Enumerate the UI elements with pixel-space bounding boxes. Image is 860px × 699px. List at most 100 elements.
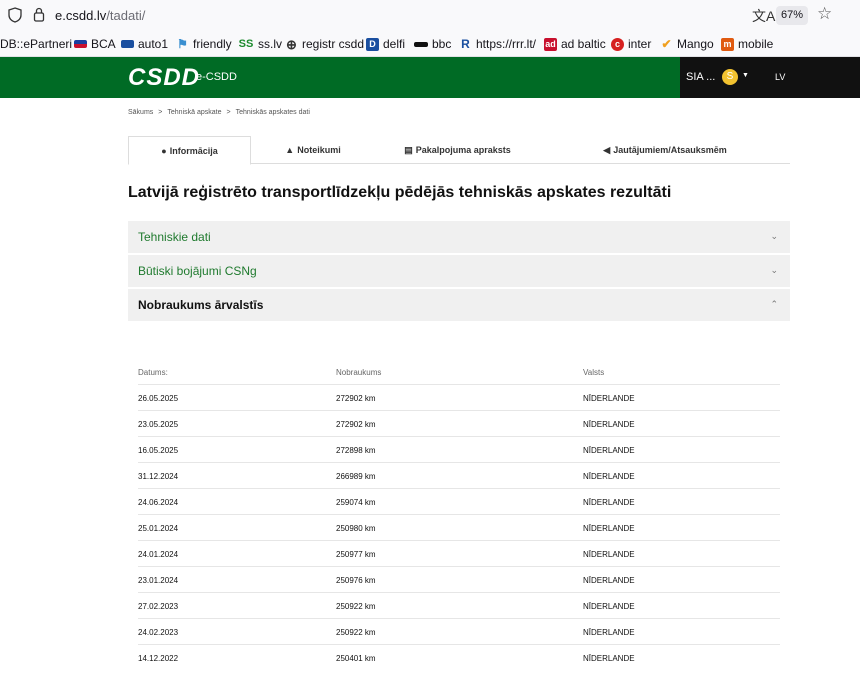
cell-date: 14.12.2022 [138,654,179,663]
bookmark-label: bbc [432,37,452,51]
bookmark-registr-csdd[interactable]: ⊕ registr csdd [285,37,364,51]
table-header: Datums: Nobraukums Valsts [138,358,780,385]
document-icon: ▤ [404,144,413,155]
bookmark-db-epartneri[interactable]: DB::ePartneri [0,37,72,51]
bookmark-mango[interactable]: ✔ Mango [660,36,714,51]
mobile-icon: m [721,37,734,51]
info-icon: ● [161,145,167,156]
cell-mileage: 272898 km [336,446,376,455]
site-header: CSDD e-CSDD SIA ... S ▼ LV [0,57,860,98]
tab-label: Informācija [169,145,218,156]
table-row: 24.01.2024 250977 km NĪDERLANDE [138,541,780,567]
tab-rules[interactable]: ▲ Noteikumi [251,136,375,164]
bookmarks-toolbar: DB::ePartneri BCA auto1 ⚑ friendly SS ss.l… [0,30,860,57]
shield-icon[interactable] [8,7,22,23]
cell-country: NĪDERLANDE [583,446,635,455]
cell-country: NĪDERLANDE [583,394,635,403]
breadcrumb: Sākums > Tehniskā apskate > Tehniskās apskat… [128,109,310,116]
cell-date: 16.05.2025 [138,446,179,455]
zoom-level[interactable]: 67% [776,6,808,25]
mango-icon: ✔ [661,36,672,51]
accordion-technical-data[interactable]: Tehniskie dati ⌄ [128,221,790,253]
rrr-icon: R [461,36,470,51]
bookmark-label: ad baltic [561,37,606,51]
bookmark-delfi[interactable]: Ddelfi [366,37,405,51]
bookmark-label: Mango [677,37,714,51]
accordion-damages[interactable]: Būtiski bojājumi CSNg ⌄ [128,255,790,287]
bookmark-label: delfi [383,37,406,51]
cell-country: NĪDERLANDE [583,628,635,637]
browser-url-bar: e.csdd.lv/tadati/ 文A 67% ☆ [0,0,860,30]
tab-bar: ● Informācija ▲ Noteikumi ▤ Pakalpojuma apr… [128,136,790,165]
tab-label: Noteikumi [297,145,341,155]
breadcrumb-home[interactable]: Sākums [128,109,153,116]
bookmark-inter[interactable]: c inter [611,37,651,51]
cell-mileage: 259074 km [336,498,376,507]
cell-mileage: 272902 km [336,394,376,403]
bookmark-friendly[interactable]: ⚑ friendly [176,37,232,51]
flag-icon [74,40,87,48]
table-row: 16.05.2025 272898 km NĪDERLANDE [138,437,780,463]
bookmark-bbc[interactable]: bbc [414,37,451,51]
flag-icon: ⚑ [177,36,188,51]
breadcrumb-tech-inspection[interactable]: Tehniskā apskate [167,109,221,116]
cell-country: NĪDERLANDE [583,524,635,533]
csdd-logo[interactable]: CSDD [128,64,200,92]
bookmark-label: https://rrr.lt/ [476,37,537,51]
bookmark-label: auto1 [138,37,169,51]
language-switch[interactable]: LV [775,72,785,82]
bookmark-auto1[interactable]: auto1 [121,37,168,51]
mileage-table: Datums: Nobraukums Valsts 26.05.2025 2729… [138,358,780,671]
bookmark-sslv[interactable]: SS ss.lv [238,37,282,51]
bookmark-mobile[interactable]: m mobile [721,37,773,51]
chevron-down-icon: ⌄ [770,265,778,275]
accordion-foreign-mileage[interactable]: Nobraukums ārvalstīs ⌃ [128,289,790,321]
tab-feedback[interactable]: ◀ Jautājumiem/Atsauksmēm [540,136,790,164]
table-row: 23.01.2024 250976 km NĪDERLANDE [138,567,780,593]
cell-date: 26.05.2025 [138,394,179,403]
cell-date: 31.12.2024 [138,472,179,481]
bookmark-label: mobile [738,37,774,51]
cell-country: NĪDERLANDE [583,498,635,507]
cell-country: NĪDERLANDE [583,472,635,481]
cell-mileage: 250976 km [336,576,376,585]
megaphone-icon: ◀ [603,144,611,155]
ad-icon: ad [544,37,557,51]
cell-date: 25.01.2024 [138,524,179,533]
tab-information[interactable]: ● Informācija [128,136,251,165]
bookmark-bca[interactable]: BCA [74,37,116,51]
cell-date: 23.01.2024 [138,576,179,585]
cell-date: 27.02.2023 [138,602,179,611]
app-name[interactable]: e-CSDD [196,71,237,83]
tab-label: Pakalpojuma apraksts [415,145,511,155]
bookmark-label: DB::ePartneri [0,37,73,51]
chevron-up-icon: ⌃ [770,299,778,309]
bookmark-star-icon[interactable]: ☆ [817,4,832,24]
breadcrumb-separator: > [226,109,231,116]
cell-date: 23.05.2025 [138,420,179,429]
url-domain: e.csdd.lv [55,8,107,23]
warning-icon: ▲ [285,145,295,155]
bookmark-label: ss.lv [258,37,282,51]
caret-down-icon[interactable]: ▼ [742,72,749,79]
cell-mileage: 250980 km [336,524,376,533]
ss-icon: SS [238,37,254,50]
url-field[interactable]: e.csdd.lv/tadati/ [55,8,145,23]
cell-mileage: 266989 km [336,472,376,481]
chevron-down-icon: ⌄ [770,231,778,241]
breadcrumb-separator: > [158,109,163,116]
table-row: 24.02.2023 250922 km NĪDERLANDE [138,619,780,645]
bookmark-rrr[interactable]: Rhttps://rrr.lt/ [459,37,536,51]
cell-mileage: 250977 km [336,550,376,559]
bookmark-ad-baltic[interactable]: ad ad baltic [544,37,606,51]
lock-icon[interactable] [33,7,45,22]
cell-country: NĪDERLANDE [583,420,635,429]
tab-service-description[interactable]: ▤ Pakalpojuma apraksts [375,136,540,164]
header-date: Datums: [138,368,168,377]
cell-date: 24.06.2024 [138,498,179,507]
user-menu[interactable]: SIA ... S ▼ LV [680,57,860,98]
page-title: Latvijā reģistrēto transportlīdzekļu pēd… [128,184,672,201]
header-country: Valsts [583,368,605,377]
table-row: 25.01.2024 250980 km NĪDERLANDE [138,515,780,541]
translate-icon[interactable]: 文A [752,6,775,26]
